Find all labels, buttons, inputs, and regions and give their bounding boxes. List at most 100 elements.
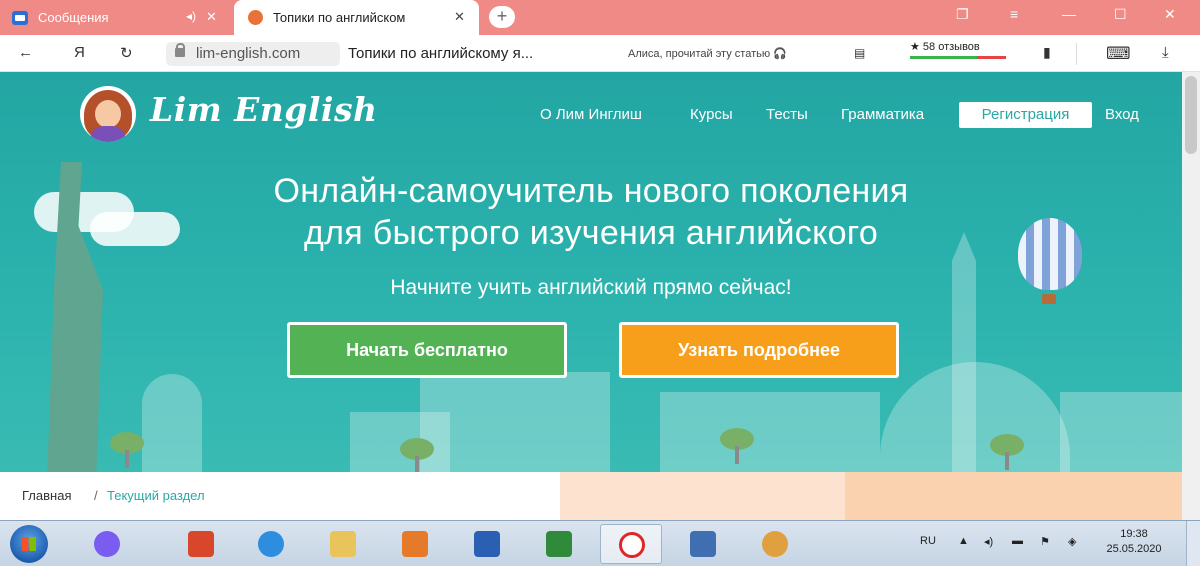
download-icon[interactable]: ⤓ bbox=[1162, 44, 1169, 61]
building-illustration bbox=[1060, 392, 1182, 472]
hero-subtitle: Начните учить английский прямо сейчас! bbox=[390, 276, 792, 299]
new-tab-button[interactable]: + bbox=[489, 6, 515, 28]
bookmark-icon[interactable]: ▮ bbox=[1043, 44, 1051, 61]
word-icon bbox=[474, 531, 500, 557]
decorative-band bbox=[560, 472, 845, 520]
tab-topics[interactable]: Топики по английском ✕ bbox=[234, 0, 479, 35]
taskbar-remote[interactable] bbox=[672, 524, 734, 564]
start-free-button[interactable]: Начать бесплатно bbox=[287, 322, 567, 378]
clock-date: 25.05.2020 bbox=[1106, 543, 1162, 555]
building-illustration bbox=[660, 392, 880, 472]
scrollbar-thumb[interactable] bbox=[1185, 76, 1197, 154]
clock-time: 19:38 bbox=[1120, 528, 1148, 540]
minimize-icon[interactable]: — bbox=[1062, 6, 1076, 22]
tray-expand-icon[interactable]: ▲ bbox=[958, 535, 969, 547]
nav-tests[interactable]: Тесты bbox=[766, 106, 808, 123]
media-player-icon bbox=[402, 531, 428, 557]
maximize-icon[interactable]: ☐ bbox=[1114, 6, 1127, 23]
feedback-icon[interactable]: ⌨ bbox=[1106, 44, 1131, 64]
tab-messages[interactable]: Сообщения ◂) ✕ bbox=[0, 0, 228, 35]
login-link[interactable]: Вход bbox=[1105, 106, 1139, 123]
hero-title-line-1: Онлайн-самоучитель нового поколения bbox=[273, 172, 909, 210]
browser-toolbar: ← Я ↻ lim-english.com Топики по английск… bbox=[0, 35, 1200, 72]
shield-icon[interactable]: ◈ bbox=[1068, 535, 1076, 548]
presentation-icon bbox=[188, 531, 214, 557]
site-favicon-icon bbox=[248, 10, 263, 25]
divider bbox=[1076, 43, 1077, 65]
taskbar-excel[interactable] bbox=[528, 524, 590, 564]
tower-bridge-illustration bbox=[420, 372, 610, 472]
browser-tab-strip: Сообщения ◂) ✕ Топики по английском ✕ + … bbox=[0, 0, 1200, 35]
reviews-label: ★ 58 отзывов bbox=[910, 41, 980, 53]
logo-avatar[interactable] bbox=[80, 86, 136, 142]
avatar-face bbox=[95, 100, 121, 128]
tab-label: Сообщения bbox=[38, 10, 109, 25]
alice-icon bbox=[94, 531, 120, 557]
taskbar-app[interactable] bbox=[170, 524, 232, 564]
url-text: lim-english.com bbox=[196, 45, 301, 62]
close-tab-icon[interactable]: ✕ bbox=[206, 9, 217, 25]
lock-icon bbox=[175, 43, 185, 57]
taskbar-yandex-browser[interactable] bbox=[600, 524, 662, 564]
tree-trunk-illustration bbox=[1005, 452, 1009, 470]
tab-label: Топики по английском bbox=[273, 10, 406, 25]
capitol-illustration bbox=[142, 374, 202, 474]
window-close-icon[interactable]: ✕ bbox=[1164, 6, 1176, 23]
learn-more-button[interactable]: Узнать подробнее bbox=[619, 322, 899, 378]
breadcrumb-home[interactable]: Главная bbox=[22, 488, 71, 503]
reviews-badge[interactable]: ★ 58 отзывов bbox=[910, 40, 1006, 59]
paint-icon bbox=[762, 531, 788, 557]
taskbar-media[interactable] bbox=[384, 524, 446, 564]
reader-mode-icon[interactable]: ▤ bbox=[854, 46, 865, 60]
remote-desktop-icon bbox=[690, 531, 716, 557]
page-title: Топики по английскому я... bbox=[348, 45, 534, 62]
start-button[interactable] bbox=[10, 525, 48, 563]
tree-trunk-illustration bbox=[125, 450, 129, 468]
rating-bar bbox=[910, 56, 1006, 59]
action-center-icon[interactable]: ⚑ bbox=[1040, 535, 1050, 548]
windows-logo-icon bbox=[22, 537, 36, 551]
taskbar-explorer[interactable] bbox=[312, 524, 374, 564]
taskbar-clock[interactable]: 19:38 25.05.2020 bbox=[1104, 527, 1164, 557]
nav-courses[interactable]: Курсы bbox=[690, 106, 733, 123]
yandex-browser-icon bbox=[619, 532, 645, 558]
hero-section: Lim English О Лим Инглиш Курсы Тесты Гра… bbox=[0, 72, 1182, 520]
decorative-band bbox=[845, 472, 1182, 520]
page-scrollbar[interactable] bbox=[1182, 72, 1200, 520]
register-button[interactable]: Регистрация bbox=[959, 102, 1092, 128]
breadcrumb-current: Текущий раздел bbox=[107, 488, 205, 503]
tabs-overview-icon[interactable]: ❐ bbox=[956, 6, 969, 23]
messages-icon bbox=[12, 10, 28, 25]
address-bar[interactable]: lim-english.com bbox=[166, 42, 340, 66]
taskbar-alice[interactable] bbox=[76, 524, 138, 564]
network-icon[interactable]: ▬ bbox=[1012, 535, 1023, 547]
mute-icon[interactable]: ◂) bbox=[186, 9, 196, 23]
site-logo[interactable]: Lim English bbox=[150, 90, 378, 129]
close-tab-icon[interactable]: ✕ bbox=[454, 9, 465, 25]
avatar-body bbox=[90, 126, 126, 142]
yandex-home-button[interactable]: Я bbox=[74, 44, 85, 61]
tree-trunk-illustration bbox=[735, 446, 739, 464]
breadcrumb: Главная / Текущий раздел bbox=[0, 472, 1182, 520]
excel-icon bbox=[546, 531, 572, 557]
folder-icon bbox=[330, 531, 356, 557]
taskbar-ie[interactable] bbox=[240, 524, 302, 564]
breadcrumb-separator: / bbox=[94, 488, 98, 503]
windows-taskbar: RU ▲ ◂) ▬ ⚑ ◈ 19:38 25.05.2020 bbox=[0, 520, 1200, 566]
taskbar-paint[interactable] bbox=[744, 524, 806, 564]
language-indicator[interactable]: RU bbox=[920, 535, 936, 547]
screen: Сообщения ◂) ✕ Топики по английском ✕ + … bbox=[0, 0, 1200, 566]
nav-grammar[interactable]: Грамматика bbox=[841, 106, 924, 123]
volume-icon[interactable]: ◂) bbox=[984, 535, 993, 548]
alisa-read-button[interactable]: Алиса, прочитай эту статью 🎧 bbox=[628, 47, 787, 60]
back-icon[interactable]: ← bbox=[18, 44, 33, 61]
menu-icon[interactable]: ≡ bbox=[1010, 6, 1018, 22]
alisa-read-label: Алиса, прочитай эту статью bbox=[628, 48, 771, 60]
show-desktop-button[interactable] bbox=[1186, 521, 1200, 566]
opera-house-illustration bbox=[880, 362, 1070, 472]
reload-icon[interactable]: ↻ bbox=[120, 44, 133, 62]
nav-about[interactable]: О Лим Инглиш bbox=[540, 106, 642, 123]
internet-explorer-icon bbox=[258, 531, 284, 557]
hero-title-line-2: для быстрого изучения английского bbox=[303, 214, 879, 252]
taskbar-word[interactable] bbox=[456, 524, 518, 564]
